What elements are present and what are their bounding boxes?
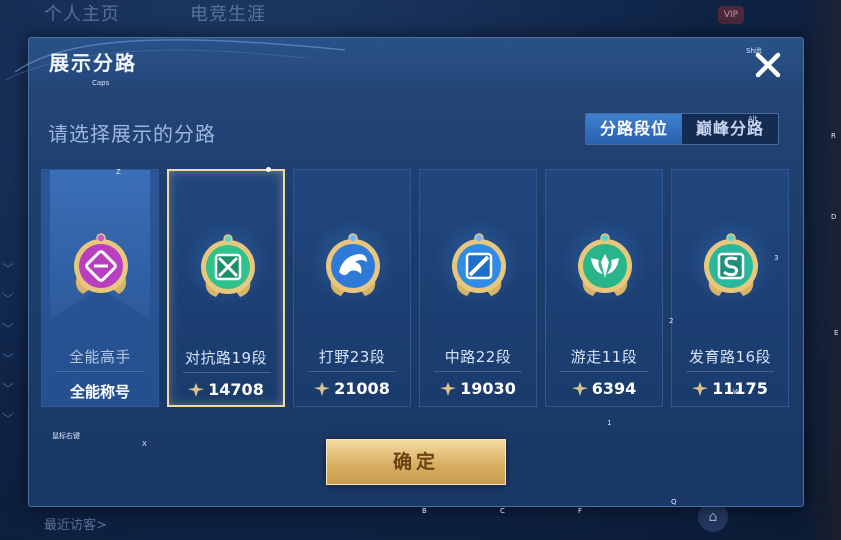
- card-divider: [686, 371, 774, 372]
- key-hint-q: Q: [671, 498, 677, 506]
- lane-card-clash[interactable]: 对抗路19段 14708: [167, 167, 285, 407]
- lane-card-name: 发育路16段: [688, 348, 772, 366]
- score-icon: [571, 382, 588, 396]
- dialog-title: 展示分路: [49, 51, 137, 75]
- key-hint-alt: Alt: [748, 115, 758, 123]
- key-hint-1: 1: [607, 419, 612, 427]
- lane-card-score: 21008: [294, 379, 410, 398]
- key-hint-mouse: 鼠标右键: [52, 432, 80, 440]
- key-hint-c: C: [500, 507, 505, 515]
- score-value: 21008: [334, 379, 390, 398]
- bg-tab-profile: 个人主页: [44, 4, 120, 25]
- key-hint-f: F: [578, 507, 583, 515]
- key-hint-b: B: [422, 507, 427, 515]
- score-value: 6394: [591, 379, 637, 398]
- clash-lane-badge-icon: [201, 234, 255, 297]
- lane-card-title-label: 全能称号: [69, 383, 130, 401]
- score-icon: [188, 383, 205, 397]
- lane-card-name: 打野23段: [318, 348, 386, 366]
- card-divider: [560, 371, 648, 372]
- jungle-badge-icon: [326, 233, 380, 296]
- bg-tab-esports: 电竞生涯: [190, 4, 266, 25]
- lane-card-score: 19030: [420, 379, 536, 398]
- key-hint-r: R: [831, 132, 836, 140]
- all-round-badge-icon: [74, 233, 128, 294]
- lane-card-name: 中路22段: [444, 348, 512, 366]
- lane-card-name: 全能高手: [68, 348, 131, 366]
- lane-card-name: 游走11段: [570, 348, 638, 366]
- score-icon: [692, 382, 709, 396]
- key-hint-z: Z: [116, 168, 121, 176]
- confirm-button[interactable]: 确定: [326, 439, 506, 485]
- bg-right-panel: [801, 0, 841, 540]
- display-lane-dialog: 展示分路 请选择展示的分路 分路段位 巅峰分路 全能高手 全能称号 对抗路19段…: [5, 37, 804, 507]
- bg-left-arrows: ﹀ ﹀ ﹀ ﹀ ﹀ ﹀: [2, 262, 15, 426]
- roam-badge-icon: [578, 233, 632, 296]
- lane-card-name: 对抗路19段: [184, 349, 268, 367]
- lane-card-mid[interactable]: 中路22段 19030: [419, 169, 537, 407]
- score-icon: [314, 382, 331, 396]
- score-icon: [440, 382, 457, 396]
- card-divider: [308, 371, 396, 372]
- key-hint-shift: Shift: [746, 47, 762, 55]
- key-hint-2: 2: [669, 317, 674, 325]
- lane-card-all-round[interactable]: 全能高手 全能称号: [41, 169, 159, 407]
- key-hint-caps: Caps: [92, 79, 110, 87]
- lane-cards: 全能高手 全能称号 对抗路19段 14708 打野23段 21008 中路22段…: [41, 167, 791, 409]
- toggle-peak-lane[interactable]: 巅峰分路: [682, 114, 778, 144]
- key-hint-e: E: [834, 329, 839, 337]
- key-hint-3: 3: [774, 254, 779, 262]
- farm-lane-badge-icon: [704, 233, 758, 296]
- lane-card-score: 11175: [672, 379, 788, 398]
- card-divider: [434, 371, 522, 372]
- vip-badge: VIP: [718, 6, 744, 24]
- dialog-subtitle: 请选择展示的分路: [48, 122, 216, 146]
- score-value: 14708: [208, 380, 264, 399]
- lane-card-farm[interactable]: 发育路16段 11175: [671, 169, 789, 407]
- background-tabs: 个人主页 电竞生涯: [44, 0, 266, 30]
- key-hint-x: X: [142, 440, 147, 448]
- score-value: 19030: [460, 379, 516, 398]
- key-hint-w: W: [733, 388, 740, 396]
- toggle-lane-rank[interactable]: 分路段位: [586, 114, 682, 144]
- key-hint-d: D: [831, 213, 837, 221]
- lane-card-roam[interactable]: 游走11段 6394: [545, 169, 663, 407]
- lane-card-score: 6394: [546, 379, 662, 398]
- lane-card-jungle[interactable]: 打野23段 21008: [293, 169, 411, 407]
- card-divider: [56, 371, 144, 372]
- card-divider: [183, 372, 271, 373]
- recent-visitors-link: 最近访客>: [44, 518, 107, 533]
- selection-corner-dot: [266, 167, 271, 172]
- lane-card-score: 14708: [169, 380, 283, 399]
- mid-lane-badge-icon: [452, 233, 506, 296]
